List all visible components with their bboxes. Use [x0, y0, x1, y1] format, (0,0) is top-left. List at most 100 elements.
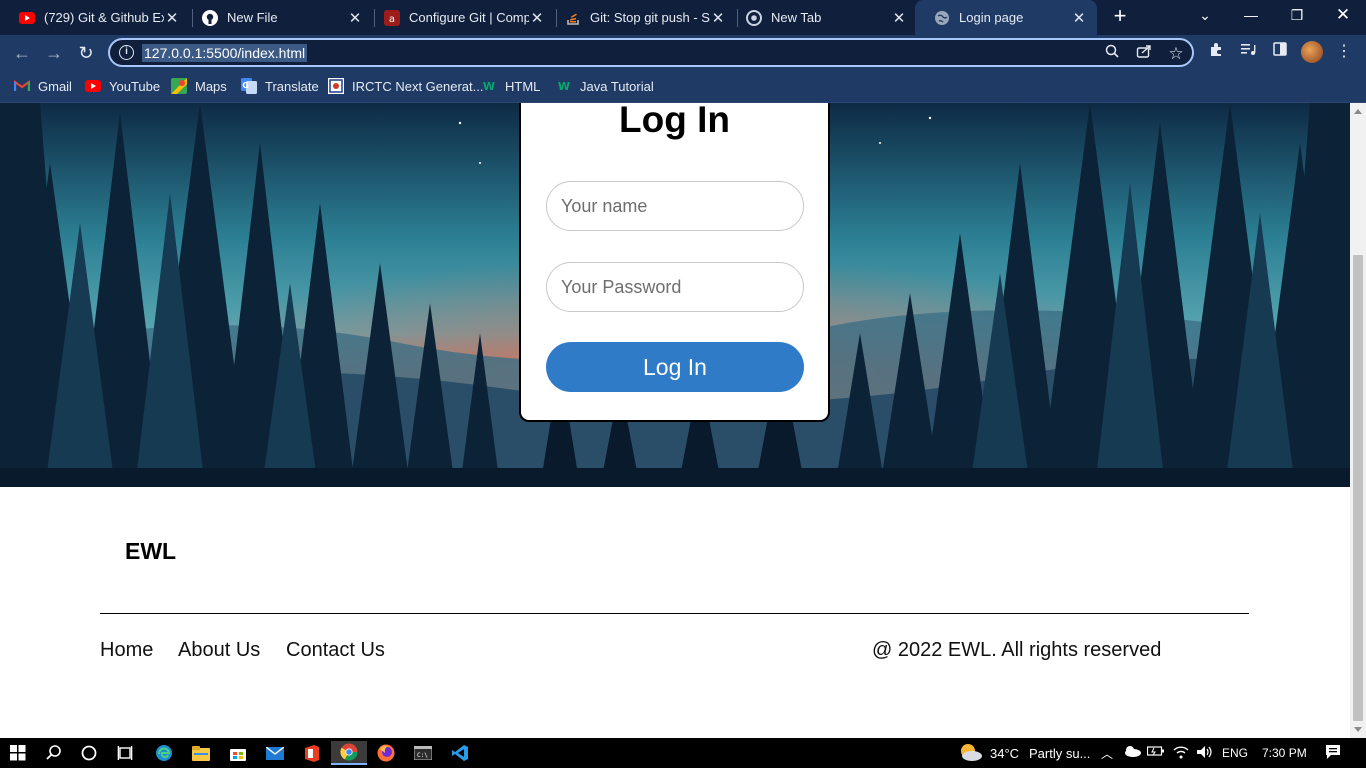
footer-brand: EWL: [125, 538, 177, 564]
tab-title: (729) Git & Github Exp: [44, 10, 164, 25]
chrome-taskbar-icon[interactable]: [331, 741, 367, 765]
site-info-icon[interactable]: i: [119, 45, 134, 60]
back-button[interactable]: ←: [9, 40, 35, 66]
weather-icon[interactable]: [957, 742, 983, 765]
onedrive-icon[interactable]: [1123, 745, 1141, 760]
chrome-icon: [746, 9, 762, 26]
extensions-icon[interactable]: [1205, 41, 1227, 63]
weather-condition[interactable]: Partly su...: [1029, 746, 1090, 761]
hero-forest-background: Log In Log In: [0, 103, 1350, 487]
search-icon[interactable]: [36, 741, 72, 765]
battery-icon[interactable]: [1146, 745, 1165, 760]
youtube-icon: [19, 10, 35, 26]
globe-icon: [934, 10, 950, 26]
tab-title: Login page: [959, 10, 1024, 25]
minimize-button[interactable]: —: [1228, 0, 1274, 32]
password-input[interactable]: [546, 262, 804, 312]
tab-search-button[interactable]: ⌄: [1182, 0, 1228, 32]
w3-icon: W: [482, 79, 496, 93]
language-indicator[interactable]: ENG: [1222, 746, 1248, 760]
share-icon[interactable]: [1134, 44, 1154, 64]
browser-tab-strip: (729) Git & Github Exp ✕ New File ✕ a Co…: [0, 0, 1366, 35]
task-view-icon[interactable]: [107, 741, 143, 765]
office-icon[interactable]: [294, 741, 330, 765]
tab-login-page[interactable]: Login page ✕: [915, 0, 1097, 35]
close-tab-icon[interactable]: ✕: [164, 9, 180, 27]
media-control-icon[interactable]: [1237, 41, 1259, 63]
bookmark-maps[interactable]: Maps: [171, 76, 227, 96]
notification-icon[interactable]: [1325, 744, 1341, 763]
restore-button[interactable]: ❐: [1274, 0, 1320, 32]
volume-icon[interactable]: [1196, 745, 1212, 762]
weather-temperature[interactable]: 34°C: [990, 746, 1019, 761]
zoom-icon[interactable]: [1102, 44, 1122, 64]
tab-title: Git: Stop git push - Sta: [590, 10, 710, 25]
tab-new-tab[interactable]: New Tab ✕: [727, 0, 917, 35]
github-icon: [202, 9, 218, 26]
page-scrollbar[interactable]: [1350, 103, 1366, 738]
login-button[interactable]: Log In: [546, 342, 804, 392]
close-tab-icon[interactable]: ✕: [891, 9, 907, 27]
bookmark-youtube[interactable]: YouTube: [85, 76, 160, 96]
page-viewport: Log In Log In EWL Home About Us Contact …: [0, 103, 1350, 738]
url-text[interactable]: 127.0.0.1:5500/index.html: [142, 44, 308, 62]
bookmark-java-tutorial[interactable]: W Java Tutorial: [556, 76, 654, 96]
tab-title: New File: [227, 10, 278, 25]
scroll-thumb[interactable]: [1353, 255, 1363, 721]
login-title: Log In: [619, 103, 730, 140]
new-tab-button[interactable]: +: [1109, 5, 1131, 27]
browser-toolbar: ← → ↻ i 127.0.0.1:5500/index.html ☆ ⋮: [0, 35, 1366, 70]
menu-kebab-icon[interactable]: ⋮: [1333, 41, 1355, 63]
w3-icon: W: [557, 79, 571, 93]
edge-icon[interactable]: [146, 741, 182, 765]
profile-avatar[interactable]: [1301, 41, 1323, 63]
wifi-icon[interactable]: [1173, 745, 1189, 762]
windows-taskbar: C:\ 34°C Partly su... ︿ ENG 7:30 PM: [0, 738, 1366, 768]
store-icon[interactable]: [220, 741, 256, 765]
bookmark-html[interactable]: W HTML: [481, 76, 540, 96]
close-tab-icon[interactable]: ✕: [529, 9, 545, 27]
mail-icon[interactable]: [257, 741, 293, 765]
bookmark-label: Java Tutorial: [580, 78, 654, 94]
bookmark-label: HTML: [505, 78, 541, 94]
stackoverflow-icon: [565, 10, 581, 26]
footer-link-contact-us[interactable]: Contact Us: [286, 639, 385, 662]
close-tab-icon[interactable]: ✕: [710, 9, 726, 27]
footer-link-about-us[interactable]: About Us: [178, 639, 260, 662]
youtube-icon: [85, 78, 101, 94]
terminal-icon[interactable]: C:\: [405, 741, 441, 765]
login-card: Log In Log In: [519, 103, 830, 422]
name-input[interactable]: [546, 181, 804, 231]
address-bar[interactable]: i 127.0.0.1:5500/index.html ☆: [108, 38, 1194, 67]
close-window-button[interactable]: ✕: [1320, 0, 1366, 32]
tab-geeks[interactable]: a Configure Git | Compu ✕: [365, 0, 555, 35]
reload-button[interactable]: ↻: [73, 40, 99, 66]
vscode-icon[interactable]: [442, 741, 478, 765]
file-explorer-icon[interactable]: [183, 741, 219, 765]
bookmarks-bar: Gmail YouTube Maps G Translate IRCTC Nex…: [0, 70, 1366, 103]
bookmark-label: IRCTC Next Generat...: [352, 78, 484, 94]
irctc-icon: [328, 78, 344, 94]
firefox-icon[interactable]: [368, 741, 404, 765]
footer-divider: [100, 613, 1249, 614]
forward-button[interactable]: →: [41, 40, 67, 66]
tab-stackoverflow[interactable]: Git: Stop git push - Sta ✕: [546, 0, 736, 35]
tab-title: Configure Git | Compu: [409, 10, 529, 25]
footer-link-home[interactable]: Home: [100, 639, 153, 662]
close-tab-icon[interactable]: ✕: [1071, 9, 1087, 27]
side-panel-icon[interactable]: [1269, 41, 1291, 63]
bookmark-gmail[interactable]: Gmail: [14, 76, 72, 96]
bookmark-irctc[interactable]: IRCTC Next Generat...: [328, 76, 483, 96]
chevron-up-icon[interactable]: ︿: [1101, 745, 1113, 762]
tab-github[interactable]: New File ✕: [183, 0, 373, 35]
cortana-icon[interactable]: [71, 741, 107, 765]
clock[interactable]: 7:30 PM: [1262, 746, 1307, 760]
windows-start-icon[interactable]: [0, 741, 36, 765]
bookmark-label: Gmail: [38, 78, 72, 94]
bookmark-translate[interactable]: G Translate: [241, 76, 319, 96]
scroll-up-arrow[interactable]: [1354, 109, 1362, 114]
close-tab-icon[interactable]: ✕: [347, 9, 363, 27]
tab-youtube[interactable]: (729) Git & Github Exp ✕: [0, 0, 190, 35]
scroll-down-arrow[interactable]: [1354, 727, 1362, 732]
bookmark-star-icon[interactable]: ☆: [1166, 44, 1186, 64]
